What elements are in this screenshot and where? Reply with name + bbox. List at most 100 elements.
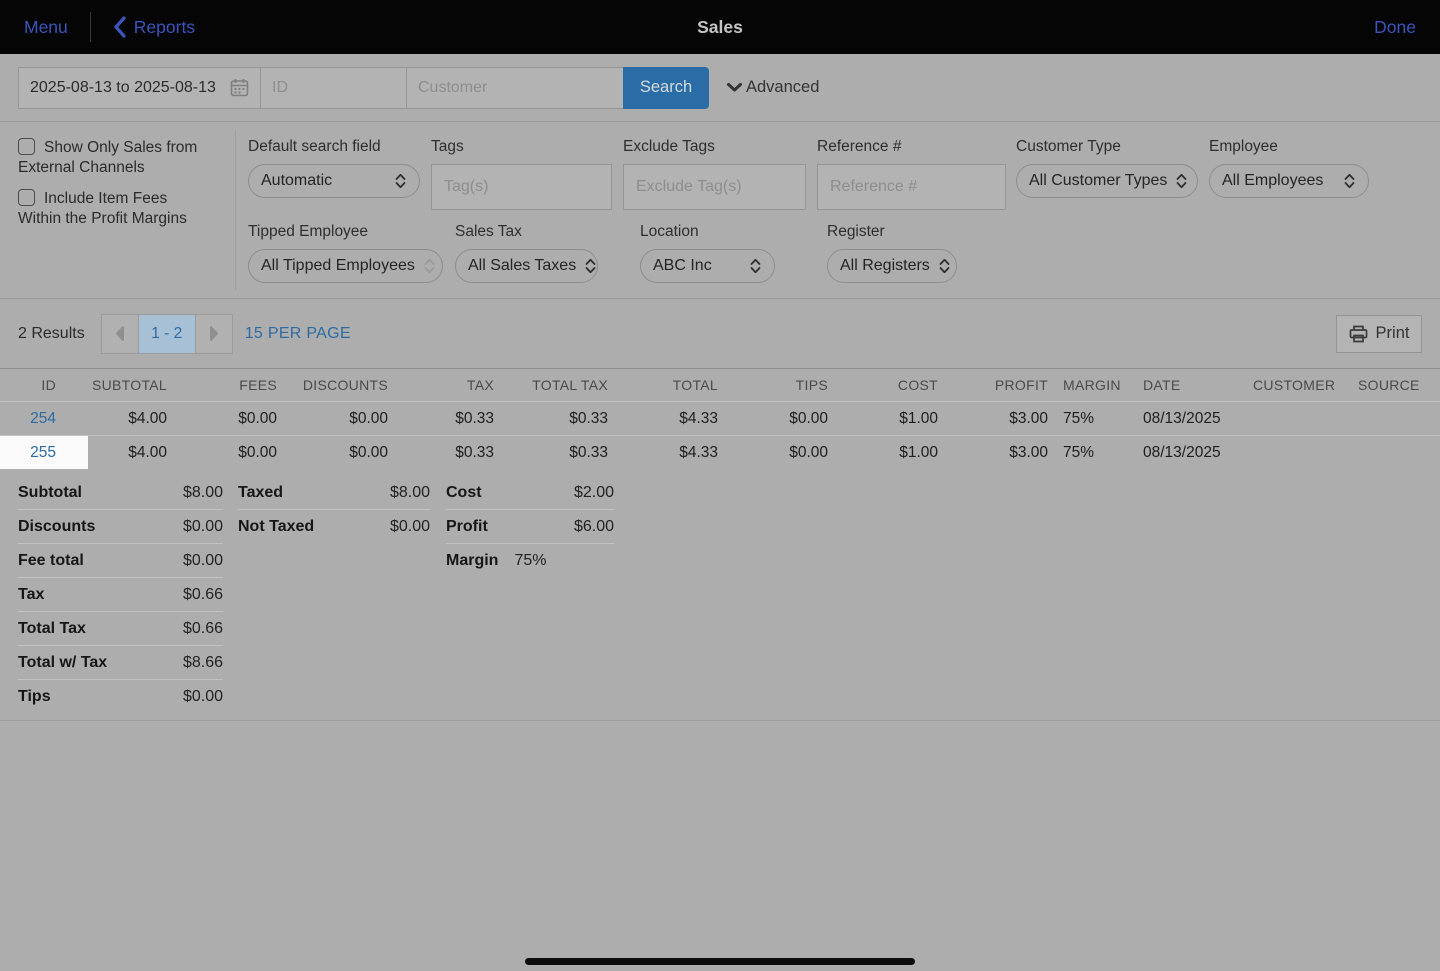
id-input[interactable]: ID [260,67,407,109]
summary-row-margin: Margin 75% [446,544,614,578]
updown-chevron-icon [938,257,951,275]
cell-profit: $3.00 [938,410,1048,428]
location-select[interactable]: ABC Inc [640,249,775,283]
summary-label: Total w/ Tax [18,654,107,672]
exclude-tags-placeholder: Exclude Tag(s) [636,178,742,196]
register-select[interactable]: All Registers [827,249,957,283]
column-header: TOTAL TAX [494,377,608,393]
table-row[interactable]: 254 $4.00 $0.00 $0.00 $0.33 $0.33 $4.33 … [0,401,1440,435]
exclude-tags-input[interactable]: Exclude Tag(s) [623,164,806,210]
done-button[interactable]: Done [1374,17,1416,38]
summary-row: Profit$6.00 [446,510,614,544]
printer-icon [1349,325,1368,343]
employee-select[interactable]: All Employees [1209,164,1369,198]
summary-value: $0.00 [390,518,430,536]
print-label: Print [1376,324,1410,343]
per-page-link[interactable]: 15 PER PAGE [245,325,351,343]
table-row[interactable]: 255 $4.00 $0.00 $0.00 $0.33 $0.33 $4.33 … [0,435,1440,469]
search-button[interactable]: Search [623,67,709,109]
checkbox-label-line1: Show Only Sales from [44,139,197,156]
column-header: CUSTOMER [1253,377,1358,393]
select-value: All Registers [840,257,930,275]
panel-divider [235,130,236,290]
filter-register: Register All Registers [827,223,957,283]
cell-cost: $1.00 [828,444,938,462]
summary-column-left: Subtotal$8.00 Discounts$0.00 Fee total$0… [18,476,223,714]
date-range-input[interactable]: 2025-08-13 to 2025-08-13 [18,67,261,109]
select-value: All Customer Types [1029,172,1167,190]
cell-date: 08/13/2025 [1143,444,1253,462]
home-indicator[interactable] [525,958,915,965]
sales-tax-select[interactable]: All Sales Taxes [455,249,598,283]
next-page-button[interactable] [196,314,233,354]
tipped-employee-select[interactable]: All Tipped Employees [248,249,443,283]
customer-input[interactable]: Customer [406,67,624,109]
checkbox-icon[interactable] [18,189,35,206]
select-value: All Employees [1222,172,1323,190]
chevron-left-icon [113,16,126,38]
cell-total-tax: $0.33 [494,444,608,462]
cell-tips: $0.00 [718,444,828,462]
navbar: Menu Reports Sales Done [0,0,1440,54]
summary-value: $0.66 [183,620,223,638]
reference-input[interactable]: Reference # [817,164,1006,210]
cell-cost: $1.00 [828,410,938,428]
chevron-down-icon [726,82,743,93]
back-to-reports-button[interactable]: Reports [113,16,195,38]
checkbox-label-line1: Include Item Fees [44,190,167,207]
filter-exclude-tags: Exclude Tags Exclude Tag(s) [623,138,806,210]
filter-label: Customer Type [1016,138,1198,156]
cell-profit: $3.00 [938,444,1048,462]
default-search-field-select[interactable]: Automatic [248,164,420,198]
current-page-range: 1 - 2 [138,314,196,354]
summary-label: Cost [446,484,482,502]
summary-row: Total Tax $0.66 [18,612,223,646]
tags-input[interactable]: Tag(s) [431,164,612,210]
cell-margin: 75% [1048,444,1143,462]
checkbox-external-channels[interactable]: Show Only Sales from External Channels [18,138,235,178]
cell-tips: $0.00 [718,410,828,428]
filter-label: Default search field [248,138,420,156]
column-header: FEES [167,377,277,393]
summary-value: $8.66 [183,654,223,672]
chevron-left-icon [114,325,126,342]
summary-row: Tax$0.66 [18,578,223,612]
column-header: COST [828,377,938,393]
page-title: Sales [0,17,1440,38]
summary-value: $0.00 [183,552,223,570]
checkbox-icon[interactable] [18,138,35,155]
select-value: All Tipped Employees [261,257,415,275]
sales-report-screen: Menu Reports Sales Done 2025-08-13 to 20… [0,0,1440,971]
column-header: TAX [388,377,494,393]
summary-row: Taxed$8.00 [238,476,430,510]
cell-total: $4.33 [608,410,718,428]
advanced-label: Advanced [746,78,819,97]
summary-value: $6.00 [574,518,614,536]
cell-tax: $0.33 [388,444,494,462]
cell-margin: 75% [1048,410,1143,428]
summary-row: Subtotal$8.00 [18,476,223,510]
checkbox-include-item-fees[interactable]: Include Item Fees Within the Profit Marg… [18,189,235,229]
cell-discounts: $0.00 [277,444,388,462]
sale-id-link[interactable]: 254 [30,410,56,428]
filter-label: Sales Tax [455,223,598,241]
summary-row: Fee total$0.00 [18,544,223,578]
advanced-toggle[interactable]: Advanced [726,78,819,97]
results-bar: 2 Results 1 - 2 15 PER PAGE Print [0,299,1440,368]
customer-type-select[interactable]: All Customer Types [1016,164,1198,198]
column-header: DATE [1143,377,1253,393]
cell-total: $4.33 [608,444,718,462]
previous-page-button[interactable] [101,314,138,354]
menu-button[interactable]: Menu [24,17,68,38]
cell-discounts: $0.00 [277,410,388,428]
sale-id-link[interactable]: 255 [30,444,56,462]
cell-subtotal: $4.00 [88,410,167,428]
summary-row: Discounts$0.00 [18,510,223,544]
print-button[interactable]: Print [1336,315,1422,353]
column-header: MARGIN [1048,377,1143,393]
summary-value: 75% [514,552,546,570]
filters-column: Default search field Automatic Tags Tag(… [235,138,1440,298]
summary-label: Margin [446,552,498,570]
summary-label: Total Tax [18,620,86,638]
filter-employee: Employee All Employees [1209,138,1369,198]
